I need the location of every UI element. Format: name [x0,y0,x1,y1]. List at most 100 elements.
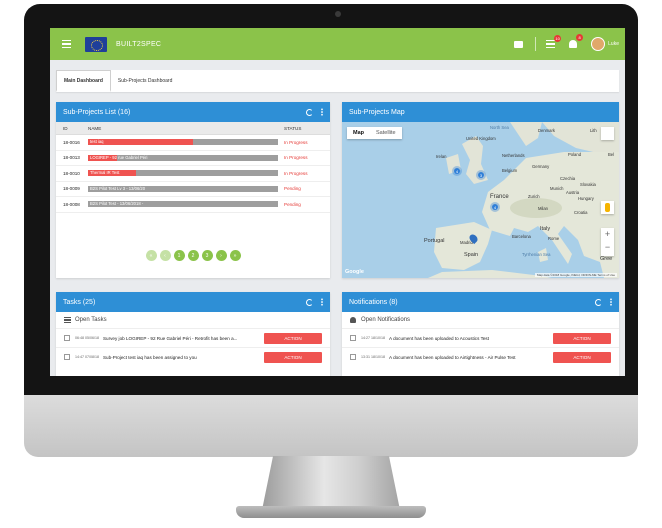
status-text: In Progress [284,139,308,145]
progress-bar: test iaq [88,139,278,146]
action-button[interactable]: ACTION [553,351,611,363]
tab-sub-projects-dashboard[interactable]: Sub-Projects Dashboard [111,70,179,92]
bell-icon[interactable]: 8 [569,34,584,48]
pagination-button[interactable]: 1 [173,250,185,261]
section-label: Open Tasks [75,317,107,323]
row-name-cell: Thermal IR Test [88,170,284,177]
zoom-controls: + − [601,228,614,256]
list-icon [64,317,71,323]
task-checkbox[interactable] [64,335,70,341]
column-header-id[interactable]: ID [56,126,88,131]
pagination-button[interactable]: 3 [201,250,213,261]
status-text: In Progress [284,170,308,176]
avatar [591,37,606,51]
pagination-button[interactable]: › [215,250,227,261]
table-row[interactable]: 18-0008 B2S Pilot Test - 13/06/2018 - Pend… [56,197,330,213]
dashboard-tabs: Main Dashboard Sub-Projects Dashboard [56,70,619,92]
map-label-north-sea: North Sea [490,125,509,130]
row-name-cell: B2S Pilot Test - 13/06/2018 - [88,201,284,208]
tasks-list-icon[interactable]: 10 [546,35,562,48]
timestamp: 06:48 05/06/18 [75,336,99,340]
task-text: Survey job LOGIREP - 92 Rue Gabriel Péri… [102,335,238,341]
map-type-satellite[interactable]: Satellite [370,127,402,139]
card-title: Tasks (25) [63,298,96,306]
pagination-button[interactable]: ‹ [159,250,171,261]
table-row[interactable]: 18-0010 Thermal IR Test In Progress [56,166,330,182]
task-checkbox[interactable] [64,354,70,360]
map-marker-cluster[interactable]: 4 [490,202,500,212]
map-label-slovakia: Slovakia [580,182,596,187]
refresh-icon[interactable] [595,298,602,306]
map-label-greece: Gree [600,256,613,262]
card-header: Sub-Projects Map [342,102,619,122]
pagination-button[interactable]: » [229,250,241,261]
table-header: ID NAME STATUS [56,122,330,135]
map-label-munich: Munich [550,186,564,191]
map-label-spain: Spain [464,252,479,258]
more-vert-icon[interactable] [321,298,323,306]
tab-main-dashboard[interactable]: Main Dashboard [56,70,111,92]
column-header-name[interactable]: NAME [88,126,284,131]
map-type-map[interactable]: Map [347,127,370,139]
card-header: Tasks (25) [56,292,330,312]
row-name: LOGIREP - 92 rue Gabriel Péri [90,154,148,160]
action-button[interactable]: ACTION [264,332,322,344]
map-label-barcelona: Barcelona [512,234,531,239]
table-row[interactable]: 18-0016 test iaq In Progress [56,135,330,151]
refresh-icon[interactable] [306,298,313,306]
row-name-cell: B2S Pilot Test Lv 3 - 13/06/20 [88,185,284,192]
google-logo: Google [345,269,364,275]
street-view-icon[interactable] [601,201,614,214]
map-canvas[interactable]: Map Satellite + − North Sea Denmark Lith… [342,122,619,278]
section-header: Open Tasks [56,312,330,328]
fullscreen-icon[interactable] [601,127,614,140]
map-terms[interactable]: Map data ©2018 Google, INEGI, ORION-ME T… [534,273,617,277]
user-menu[interactable]: Luke [591,37,619,51]
refresh-icon[interactable] [306,108,313,116]
zoom-in-button[interactable]: + [601,228,614,241]
map-label-poland: Poland [568,152,582,157]
map-label-italy: Italy [540,226,551,232]
monitor-chin [24,395,638,457]
monitor-stand-neck [262,456,400,510]
map-label-tyrrhenian: Tyrrhenian Sea [522,252,551,257]
map-marker-cluster[interactable]: 3 [476,170,486,180]
map-label-germany: Germany [532,164,550,169]
eu-flag-logo [85,36,107,52]
notification-text: A document has been uploaded to Airtight… [388,354,516,360]
action-button[interactable]: ACTION [553,332,611,344]
map-marker-cluster[interactable]: 4 [452,166,462,176]
more-vert-icon[interactable] [610,298,612,306]
monitor-stand-foot [236,506,426,518]
progress-bar: B2S Pilot Test Lv 3 - 13/06/20 [88,185,278,192]
map-label-portugal: Portugal [424,238,445,244]
section-header: Open Notifications [342,312,619,328]
row-name: B2S Pilot Test - 13/06/2018 - [90,201,144,207]
notification-text: A document has been uploaded to Acoustic… [388,335,490,341]
more-vert-icon[interactable] [321,108,323,116]
row-name-cell: LOGIREP - 92 rue Gabriel Péri [88,154,284,161]
task-text: Sub-Project test iaq has been assigned t… [102,354,197,360]
menu-icon[interactable] [62,39,71,49]
notification-checkbox[interactable] [350,335,356,341]
row-id: 18-0013 [63,155,80,161]
table-row[interactable]: 18-0013 LOGIREP - 92 rue Gabriel Péri In P… [56,151,330,166]
row-name: B2S Pilot Test Lv 3 - 13/06/20 [90,185,146,191]
sub-projects-card: Sub-Projects List (16) ID NAME STATUS 18… [56,102,330,278]
column-header-status[interactable]: STATUS [284,126,330,131]
screen: BUILT2SPEC 10 8 Luke Main Dashboard Sub-… [50,28,625,376]
notification-checkbox[interactable] [350,354,356,360]
row-name: test iaq [90,139,104,145]
zoom-out-button[interactable]: − [601,241,614,254]
action-button[interactable]: ACTION [264,351,322,363]
table-row[interactable]: 18-0009 B2S Pilot Test Lv 3 - 13/06/20 Pen… [56,182,330,197]
map-label-lith: Lith [590,128,597,133]
pagination-button[interactable]: « [145,250,157,261]
chat-icon[interactable] [514,40,524,48]
user-name: Luke [608,41,619,47]
card-header: Notifications (8) [342,292,619,312]
map-label-bel: Bel [608,152,615,157]
pagination-button[interactable]: 2 [187,250,199,261]
timestamp: 14:27 18/10/18 [361,336,385,340]
map-label-ireland: Irelan [436,154,447,159]
